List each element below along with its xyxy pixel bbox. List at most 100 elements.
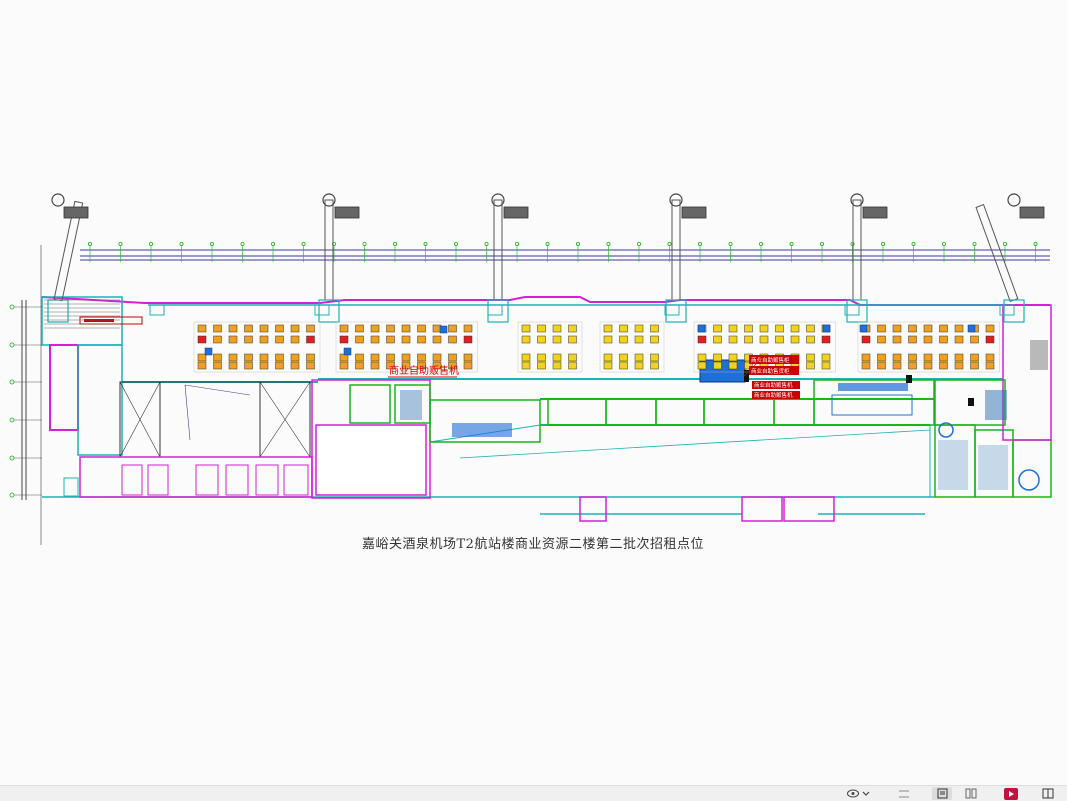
seat xyxy=(463,361,473,370)
grid-bubble xyxy=(1003,241,1008,246)
callout-group: 商业自助贩售柜 商业自助售货柜 商业自助贩售机 商业自助贩售机 xyxy=(743,355,800,399)
grid-bubble xyxy=(911,241,916,246)
seat xyxy=(877,324,886,333)
seat xyxy=(448,324,457,333)
seat xyxy=(634,361,644,370)
seat xyxy=(728,335,738,344)
bridge-cab xyxy=(862,206,888,219)
seat xyxy=(521,361,531,370)
seat xyxy=(537,335,546,344)
vending-machine xyxy=(822,324,831,333)
seat xyxy=(568,324,577,333)
grid-bubble xyxy=(240,241,245,246)
seat xyxy=(775,335,784,344)
seat xyxy=(339,324,349,333)
seat xyxy=(213,335,222,344)
seat xyxy=(386,324,395,333)
grid-bubble xyxy=(392,241,397,246)
seat xyxy=(923,361,933,370)
seating-area xyxy=(193,321,321,373)
bridge-gate-node xyxy=(665,299,687,323)
seat xyxy=(339,335,349,344)
seat xyxy=(650,361,659,370)
seat xyxy=(259,335,269,344)
two-page-icon[interactable] xyxy=(964,787,978,800)
seat xyxy=(537,353,546,362)
seat xyxy=(355,353,364,362)
seat xyxy=(728,324,738,333)
seat xyxy=(355,324,364,333)
grid-bubble xyxy=(881,241,886,246)
callout-label-2: 商业自助售货柜 xyxy=(751,367,790,375)
bridge-cab xyxy=(681,206,707,219)
vending-machine xyxy=(343,347,352,356)
seat xyxy=(213,324,222,333)
seat xyxy=(713,324,722,333)
seat xyxy=(228,353,238,362)
bridge-cab xyxy=(1019,206,1045,219)
grid-bubble xyxy=(88,241,93,246)
seat xyxy=(861,361,871,370)
gate-counter xyxy=(314,304,330,316)
seat xyxy=(954,353,964,362)
seat xyxy=(775,324,784,333)
grid-bubble xyxy=(484,241,489,246)
read-mode-icon[interactable] xyxy=(932,787,952,800)
seat xyxy=(806,335,815,344)
seat xyxy=(244,361,253,370)
seat xyxy=(355,361,364,370)
vending-zone-label: 商业自助贩售机 xyxy=(389,364,459,377)
grid-bubble xyxy=(301,241,306,246)
seat xyxy=(650,335,659,344)
seat xyxy=(877,361,886,370)
seat xyxy=(939,335,948,344)
seat xyxy=(908,324,917,333)
seat xyxy=(908,361,917,370)
vending-machine xyxy=(439,325,448,334)
seat xyxy=(306,324,315,333)
book-icon[interactable] xyxy=(1040,787,1056,800)
seat xyxy=(552,353,562,362)
seat xyxy=(923,353,933,362)
seat xyxy=(568,353,577,362)
chevron-down-icon[interactable] xyxy=(861,787,871,800)
seat xyxy=(197,324,207,333)
seat xyxy=(985,353,995,362)
seat xyxy=(985,335,995,344)
seat xyxy=(228,335,238,344)
seat xyxy=(923,335,933,344)
grid-bubble xyxy=(759,241,764,246)
seat xyxy=(290,361,300,370)
grid-bubble xyxy=(942,241,947,246)
video-icon[interactable] xyxy=(1002,787,1020,800)
seat xyxy=(401,335,411,344)
grid-bubble xyxy=(789,241,794,246)
plan-generated-elements xyxy=(9,193,1045,498)
grid-bubble xyxy=(9,304,15,310)
seat xyxy=(339,361,349,370)
grid-bubble xyxy=(667,241,672,246)
seat xyxy=(370,335,380,344)
seat xyxy=(650,353,659,362)
grid-bubble xyxy=(9,492,15,498)
seat xyxy=(448,335,457,344)
seat xyxy=(552,361,562,370)
grid-bubble xyxy=(972,241,977,246)
seat xyxy=(697,361,707,370)
seat xyxy=(290,335,300,344)
seat xyxy=(306,335,315,344)
seat xyxy=(228,361,238,370)
grid-bubble xyxy=(728,241,733,246)
seat xyxy=(552,335,562,344)
layout-icon[interactable] xyxy=(897,787,911,800)
seat xyxy=(744,324,753,333)
vending-machine xyxy=(697,324,706,333)
document-viewer: 商业自助贩售机 商业自助贩售柜 商业自助售货柜 商业自助贩售机 商业自助贩售机 … xyxy=(0,0,1067,785)
bridge-cab xyxy=(334,206,360,219)
eye-icon[interactable] xyxy=(846,787,860,800)
bridge-rotunda xyxy=(1007,193,1021,207)
seat xyxy=(463,353,473,362)
seat xyxy=(619,361,628,370)
boarding-bridge xyxy=(975,204,1019,303)
seat xyxy=(463,324,473,333)
